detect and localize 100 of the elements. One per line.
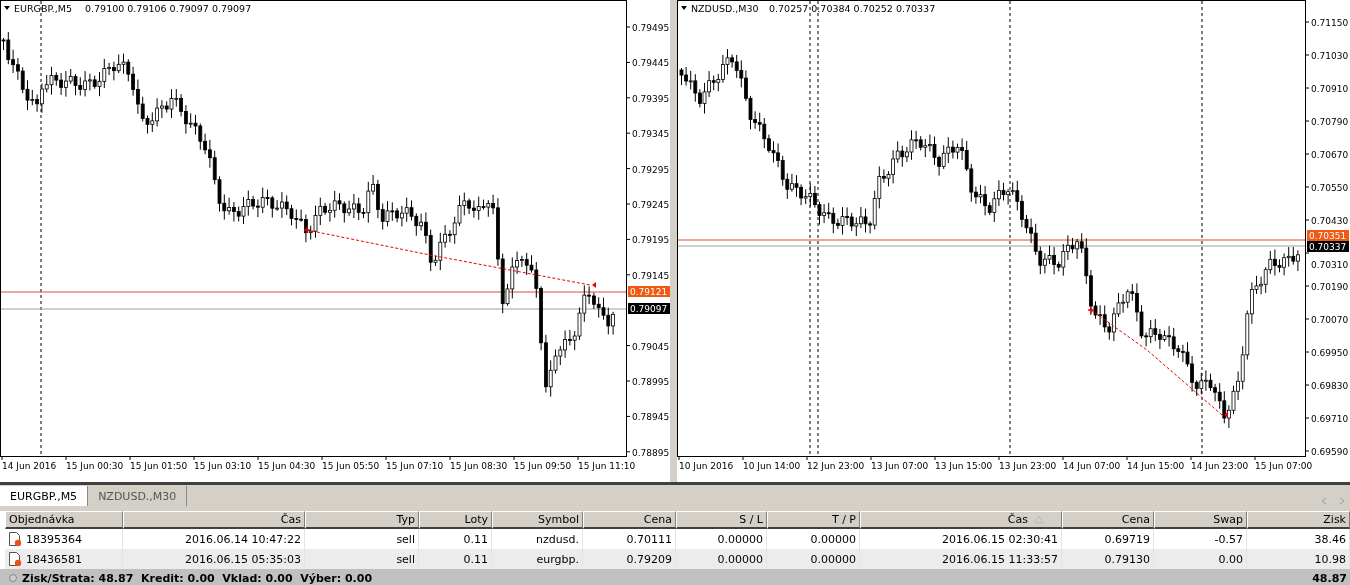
table-cell: 0.11	[463, 532, 488, 546]
price-axis-label: 0.79445	[632, 58, 670, 69]
table-cell: 0.00000	[717, 552, 763, 566]
price-axis-label: 0.71030	[1311, 51, 1349, 61]
table-cell: 0.70111	[626, 532, 672, 546]
entry-marker-icon	[1087, 306, 1095, 314]
time-axis-label: 15 Jun 09:50	[514, 461, 572, 471]
time-axis-label: 15 Jun 00:30	[66, 461, 124, 471]
price-axis-label: 0.69950	[1311, 348, 1349, 358]
table-cell: 0.79130	[1104, 552, 1150, 566]
time-axis-label: 13 Jun 23:00	[999, 461, 1057, 471]
time-axis-label: 12 Jun 23:00	[807, 461, 865, 471]
column-header[interactable]: Loty	[419, 511, 492, 529]
exit-marker-icon	[1224, 412, 1228, 418]
entry-marker-icon	[303, 226, 311, 234]
order-price-tag: 0.79121	[628, 286, 670, 297]
price-axis-label: 0.69590	[1311, 447, 1349, 457]
table-cell: 0.69719	[1104, 532, 1150, 546]
time-axis-label: 13 Jun 07:00	[871, 461, 929, 471]
price-axis-label: 0.78995	[632, 377, 670, 387]
time-axis-label: 15 Jun 07:10	[386, 461, 444, 471]
time-axis-label: 15 Jun 04:30	[258, 461, 316, 471]
column-header[interactable]: Čas	[860, 511, 1062, 529]
time-axis-label: 10 Jun 14:00	[743, 461, 801, 471]
dropdown-triangle-icon	[681, 6, 687, 10]
time-axis-label: 14 Jun 15:00	[1127, 461, 1185, 471]
time-axis-label: 15 Jun 05:50	[322, 461, 380, 471]
price-axis-label: 0.79495	[632, 23, 670, 33]
time-axis-label: 14 Jun 07:00	[1063, 461, 1121, 471]
table-cell: 2016.06.15 05:35:03	[185, 552, 301, 566]
table-cell: 2016.06.14 10:47:22	[185, 532, 301, 546]
price-axis-label: 0.70790	[1311, 117, 1349, 127]
table-cell: 0.00	[1218, 552, 1243, 566]
table-cell: nzdusd.	[536, 532, 579, 546]
bid-price-tag: 0.79097	[628, 303, 670, 314]
time-axis-label: 15 Jun 01:50	[130, 461, 188, 471]
price-axis-label: 0.69710	[1311, 414, 1349, 424]
column-header[interactable]: T / P	[767, 511, 860, 529]
time-axis-label: 14 Jun 2016	[2, 461, 57, 471]
table-cell: 18436581	[26, 552, 82, 566]
time-axis-label: 15 Jun 08:30	[450, 461, 508, 471]
price-axis-label: 0.70430	[1311, 216, 1349, 226]
table-cell: 0.11	[463, 552, 488, 566]
price-axis-label: 0.69830	[1311, 381, 1349, 391]
dropdown-triangle-icon	[4, 6, 10, 10]
table-cell: -0.57	[1214, 532, 1243, 546]
exit-marker-icon	[592, 282, 596, 288]
order-document-icon	[8, 531, 22, 547]
time-axis-label: 15 Jun 11:10	[578, 461, 636, 471]
column-header[interactable]: Cena	[1062, 511, 1154, 529]
account-summary: Zisk/Strata: 48.87 Kredit: 0.00 Vklad: 0.00 Výber: 0.00	[22, 571, 373, 585]
price-axis-label: 0.79045	[632, 341, 670, 352]
table-cell: 0.00000	[810, 532, 856, 546]
table-cell: 2016.06.15 02:30:41	[942, 532, 1058, 546]
price-axis-label: 0.70190	[1311, 282, 1349, 292]
sort-triangle-icon	[1034, 515, 1044, 524]
table-cell: 0.00000	[810, 552, 856, 566]
time-axis-label: 14 Jun 23:00	[1191, 461, 1249, 471]
time-axis-label: 10 Jun 2016	[679, 461, 734, 471]
price-axis-label: 0.70550	[1311, 183, 1349, 193]
order-price-tag: 0.70351	[1307, 230, 1349, 241]
table-cell: 0.00000	[717, 532, 763, 546]
column-header[interactable]: Cena	[583, 511, 676, 529]
chart-symbol: NZDUSD.,M30	[691, 3, 759, 14]
table-cell: sell	[396, 532, 415, 546]
column-header[interactable]: Symbol	[492, 511, 583, 529]
table-cell: 2016.06.15 11:33:57	[942, 552, 1058, 566]
price-axis-label: 0.70070	[1311, 315, 1349, 325]
time-axis-label: 13 Jun 15:00	[935, 461, 993, 471]
column-header[interactable]: Čas	[123, 511, 305, 529]
table-cell: 18395364	[26, 532, 82, 546]
table-cell: sell	[396, 552, 415, 566]
order-document-icon	[8, 551, 22, 567]
ohlc-values: 0.79100 0.79106 0.79097 0.79097	[85, 3, 252, 14]
table-cell: 10.98	[1314, 552, 1346, 566]
chart-tab[interactable]: EURGBP.,M5	[0, 486, 89, 506]
time-axis-label: 15 Jun 07:00	[1255, 461, 1313, 471]
price-axis-label: 0.70310	[1311, 260, 1349, 270]
column-header[interactable]: Swap	[1154, 511, 1247, 529]
column-header[interactable]: Objednávka	[5, 511, 123, 529]
total-profit: 48.87	[1312, 571, 1347, 585]
table-cell: 38.46	[1314, 532, 1346, 546]
price-axis-label: 0.79395	[632, 93, 670, 104]
price-axis-label: 0.78895	[632, 447, 670, 458]
column-header[interactable]: Zisk	[1247, 511, 1350, 529]
price-axis-label: 0.79245	[632, 200, 670, 210]
price-axis-label: 0.71150	[1311, 18, 1349, 28]
column-header[interactable]: Typ	[305, 511, 419, 529]
price-axis-label: 0.70670	[1311, 150, 1349, 160]
column-header[interactable]: S / L	[676, 511, 767, 529]
chart-symbol: EURGBP.,M5	[14, 3, 72, 14]
price-axis-label: 0.79145	[632, 270, 670, 281]
price-axis-label: 0.70910	[1311, 84, 1349, 94]
price-axis-label: 0.78945	[632, 412, 670, 423]
price-axis-label: 0.79295	[632, 164, 670, 175]
table-cell: 0.79209	[626, 552, 672, 566]
time-axis-label: 15 Jun 03:10	[194, 461, 252, 471]
price-axis-label: 0.79195	[632, 235, 670, 246]
ohlc-values: 0.70257 0.70384 0.70252 0.70337	[769, 3, 936, 14]
price-axis-label: 0.79345	[632, 129, 670, 140]
